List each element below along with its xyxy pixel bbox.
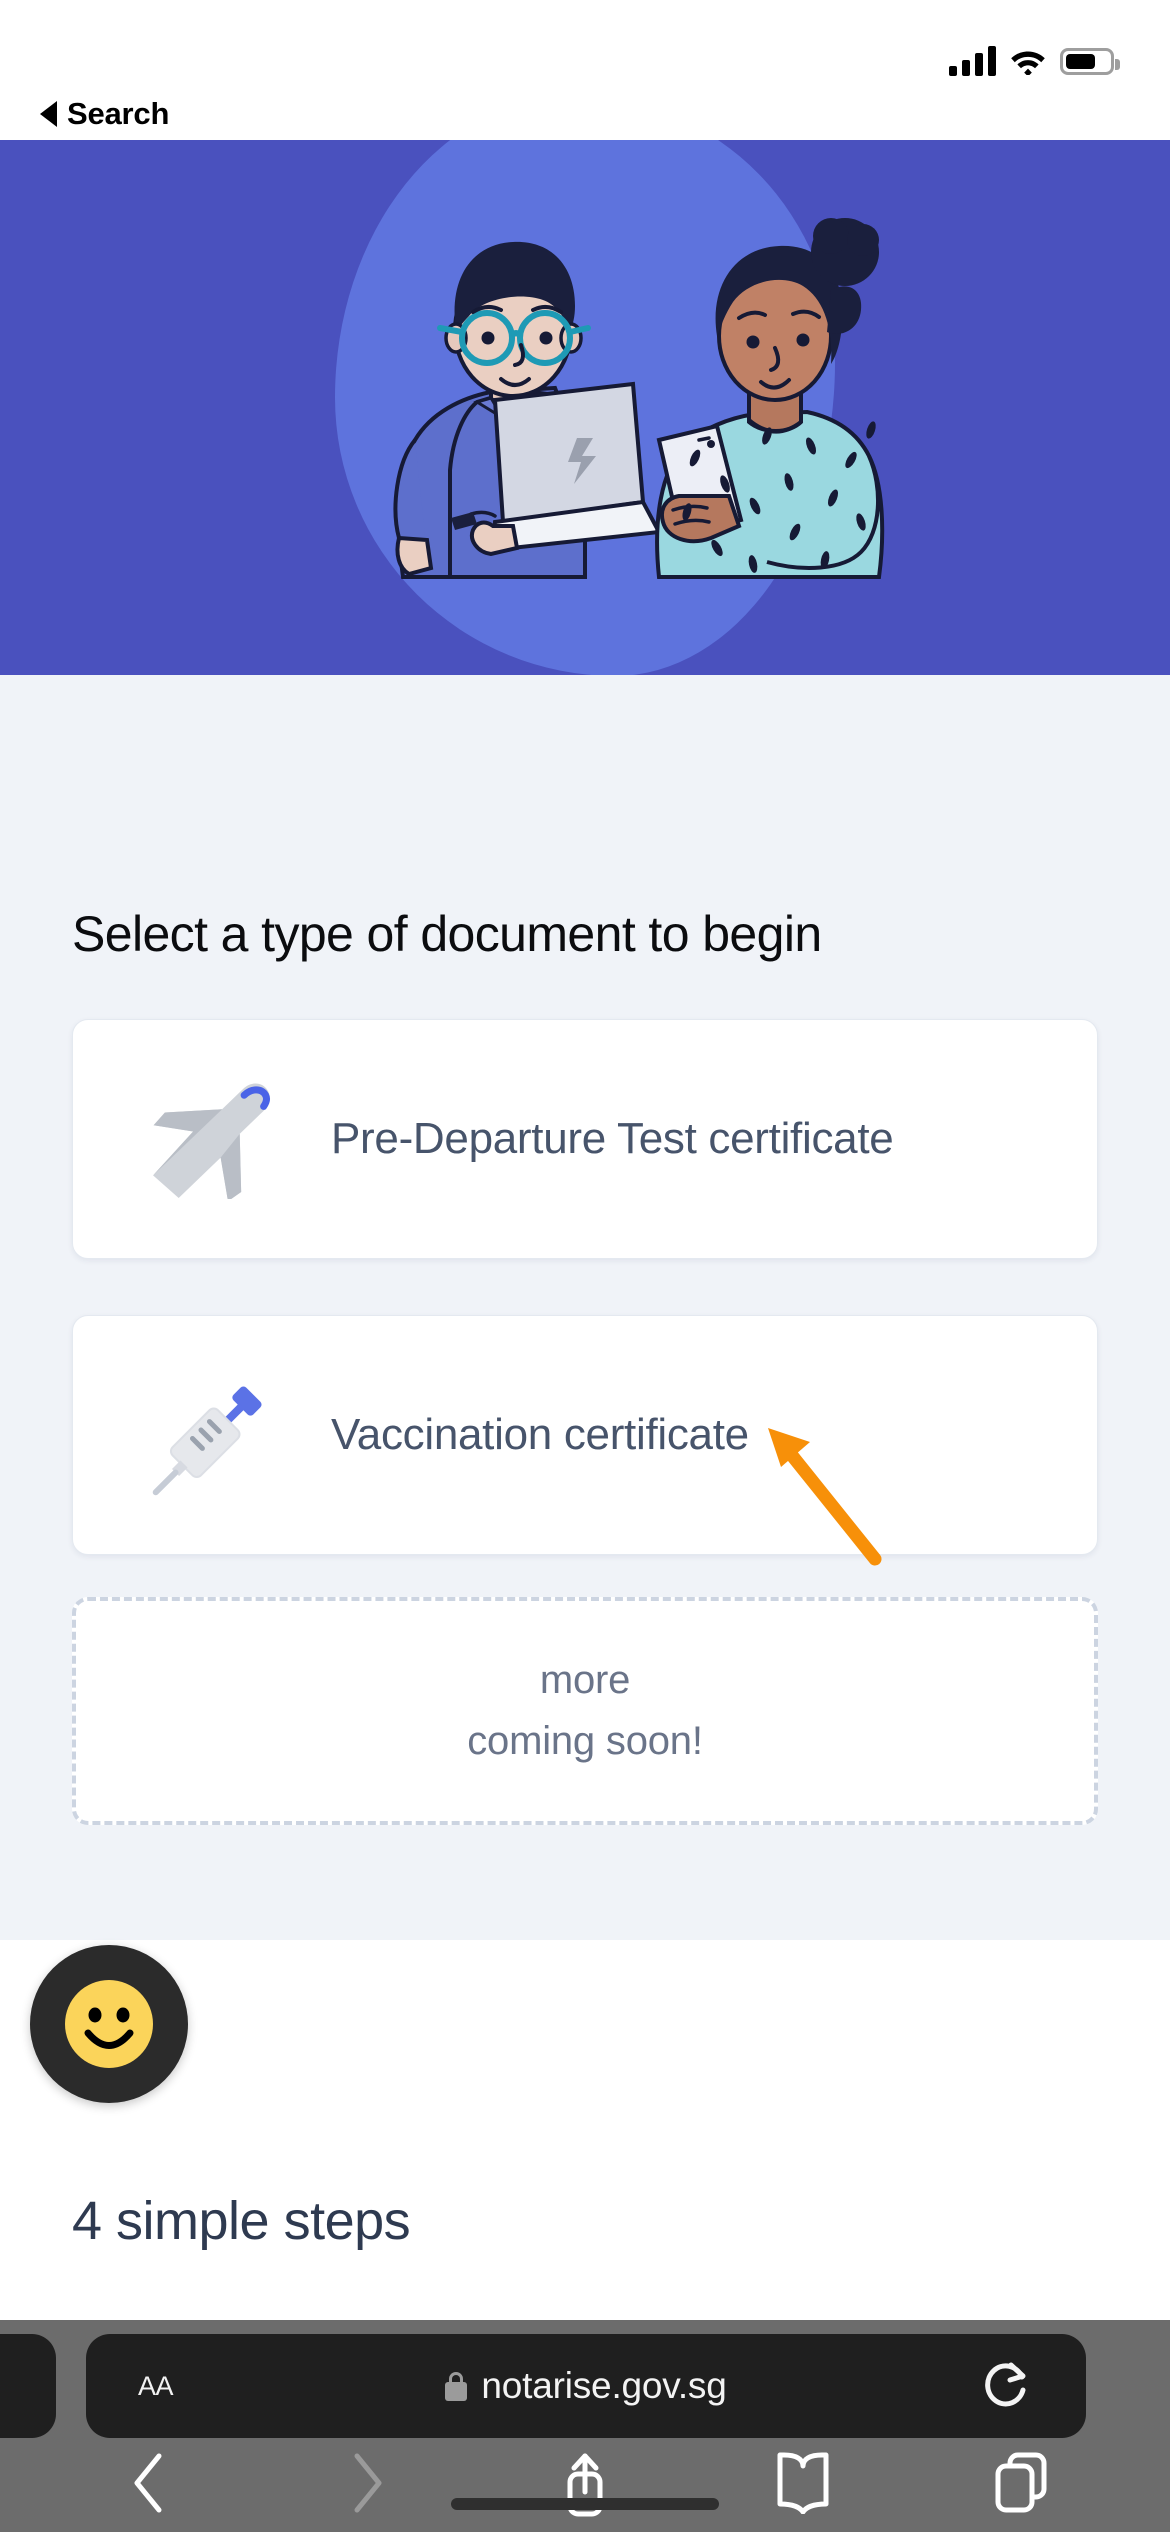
safari-toolbar [0, 2450, 1170, 2532]
two-people-with-laptop-and-phone-illustration [393, 218, 885, 579]
safari-bookmarks-button[interactable] [753, 2450, 853, 2514]
chevron-right-icon [354, 2453, 382, 2513]
reload-icon [985, 2362, 1026, 2407]
battery-icon [1060, 47, 1120, 75]
previous-tab-preview[interactable] [0, 2334, 56, 2438]
back-to-search-label: Search [67, 96, 170, 131]
url-text: notarise.gov.sg [481, 2365, 727, 2406]
page-content: Select a type of document to begin Pre-D… [0, 675, 1170, 1825]
safari-back-button[interactable] [99, 2450, 199, 2514]
lock-icon [445, 2371, 468, 2401]
coming-soon-line-1: more [539, 1658, 631, 1703]
tabs-icon [995, 2452, 1047, 2513]
feedback-widget-button[interactable] [30, 1945, 188, 2103]
safari-bottom-bar: AA notarise.gov.sg [0, 2320, 1170, 2532]
book-icon [777, 2452, 829, 2514]
address-bar[interactable]: AA notarise.gov.sg [86, 2334, 1086, 2438]
chevron-left-icon [134, 2453, 162, 2513]
document-card-pre-departure-test[interactable]: Pre-Departure Test certificate [72, 1019, 1098, 1259]
syringe-icon [129, 1370, 297, 1500]
document-card-vaccination[interactable]: Vaccination certificate [72, 1315, 1098, 1555]
smiley-face-icon [65, 1980, 153, 2068]
home-indicator [451, 2498, 719, 2510]
back-triangle-icon [40, 101, 57, 127]
safari-forward-button[interactable] [317, 2450, 417, 2514]
wifi-icon [1011, 51, 1045, 75]
coming-soon-placeholder: more coming soon! [72, 1597, 1098, 1825]
status-bar-right [949, 46, 1120, 76]
page-title: Select a type of document to begin [72, 906, 822, 962]
reload-button[interactable] [982, 2359, 1030, 2413]
coming-soon-line-2: coming soon! [467, 1719, 703, 1763]
status-bar [0, 0, 1170, 90]
safari-tab-strip: AA notarise.gov.sg [0, 2320, 1170, 2450]
cellular-bars-icon [949, 46, 996, 76]
iphone-screen: Search Select a type of document to begi… [0, 0, 1170, 2532]
url-display: notarise.gov.sg [86, 2365, 1086, 2407]
safari-tabs-button[interactable] [971, 2450, 1071, 2514]
text-size-button[interactable]: AA [138, 2371, 174, 2402]
airplane-icon [129, 1079, 297, 1199]
hero-banner [0, 140, 1170, 675]
back-to-search-link[interactable]: Search [40, 96, 169, 132]
document-card-label: Pre-Departure Test certificate [331, 1114, 894, 1163]
steps-title: 4 simple steps [72, 2191, 411, 2251]
document-card-label: Vaccination certificate [331, 1410, 749, 1459]
